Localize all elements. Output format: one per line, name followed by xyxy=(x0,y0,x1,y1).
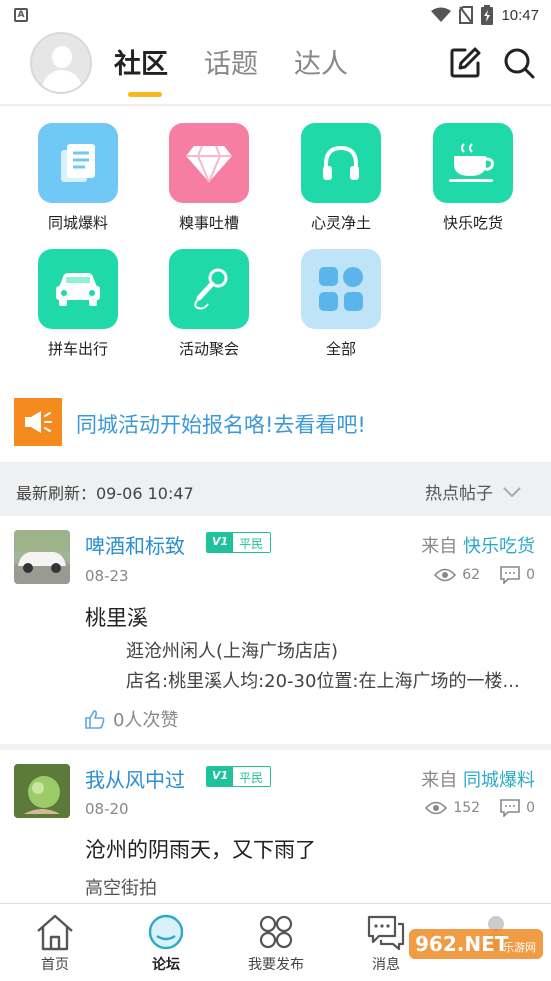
publish-grid-icon xyxy=(259,915,293,949)
post-title[interactable]: 沧州的阴雨天，又下雨了 xyxy=(85,834,316,864)
diamond-icon xyxy=(169,123,249,203)
app-screen: A 10:47 社区 话题 达人 同城爆料 糗事吐槽 心灵净土 快乐吃货 拼车出… xyxy=(0,0,551,981)
thumbs-up-icon xyxy=(85,710,105,729)
car-icon xyxy=(38,249,118,329)
svg-text:962.NET: 962.NET xyxy=(415,932,509,956)
post-source[interactable]: 来自 同城爆料 xyxy=(421,766,535,792)
post-card[interactable]: 啤酒和标致 V1 平民 来自 快乐吃货 08-23 62 0 桃里溪 逛沧州闲人… xyxy=(0,516,551,746)
forum-icon xyxy=(148,914,184,950)
post-date: 08-23 xyxy=(85,567,129,585)
post-author-avatar[interactable] xyxy=(14,530,70,584)
bottom-nav: 首页 论坛 我要发布 消息 962.NET 乐游网 xyxy=(0,903,551,981)
home-icon xyxy=(37,914,73,951)
coffee-cup-icon xyxy=(433,123,513,203)
sort-label: 热点帖子 xyxy=(425,484,493,504)
wifi-icon xyxy=(431,7,452,22)
tab-community[interactable]: 社区 xyxy=(114,42,168,97)
category-soul[interactable]: 心灵净土 xyxy=(286,123,396,233)
status-icons: 10:47 xyxy=(431,5,539,25)
announcement-banner[interactable]: 同城活动开始报名咯!去看看吧! xyxy=(14,398,544,446)
battery-icon xyxy=(481,5,494,25)
comment-icon xyxy=(500,799,520,817)
post-author-name[interactable]: 啤酒和标致 xyxy=(85,530,185,559)
post-excerpt: 逛沧州闲人(上海广场店店) 店名:桃里溪人均:20-30位置:在上海广场的一楼.… xyxy=(126,641,520,692)
tab-experts[interactable]: 达人 xyxy=(294,42,348,81)
like-button[interactable]: 0人次赞 xyxy=(85,706,178,732)
megaphone-icon xyxy=(14,398,62,446)
chevron-down-icon xyxy=(503,486,521,497)
tab-topics[interactable]: 话题 xyxy=(204,42,258,81)
news-icon xyxy=(38,123,118,203)
sort-dropdown[interactable]: 热点帖子 xyxy=(425,479,521,504)
post-subtitle: 高空街拍 xyxy=(85,878,157,899)
edit-icon[interactable] xyxy=(448,46,482,80)
top-header: 社区 话题 达人 xyxy=(0,32,551,106)
user-level-badge: V1 平民 xyxy=(206,532,272,553)
search-icon[interactable] xyxy=(502,46,536,80)
no-sim-icon xyxy=(459,6,474,24)
post-date: 08-20 xyxy=(85,800,129,818)
microphone-icon xyxy=(169,249,249,329)
user-level-badge: V1 平民 xyxy=(206,766,272,787)
message-icon xyxy=(367,915,405,950)
category-foodie[interactable]: 快乐吃货 xyxy=(418,123,528,233)
eye-icon xyxy=(425,801,448,815)
last-refresh-label: 最新刷新：09-06 10:47 xyxy=(16,484,194,503)
category-all[interactable]: 全部 xyxy=(286,249,396,359)
post-source[interactable]: 来自 快乐吃货 xyxy=(421,532,535,558)
view-count: 152 xyxy=(453,800,481,816)
comment-count: 0 xyxy=(526,567,535,583)
post-author-name[interactable]: 我从风中过 xyxy=(85,764,185,793)
main-tabs: 社区 话题 达人 xyxy=(114,42,348,97)
eye-icon xyxy=(434,568,457,582)
view-count: 62 xyxy=(462,567,481,583)
refresh-bar: 最新刷新：09-06 10:47 热点帖子 xyxy=(0,462,551,516)
nav-publish[interactable]: 我要发布 xyxy=(226,912,326,974)
site-watermark-logo: 962.NET 乐游网 xyxy=(409,929,543,959)
comment-count: 0 xyxy=(526,800,535,816)
like-count: 0人次赞 xyxy=(113,710,179,731)
banner-text: 同城活动开始报名咯!去看看吧! xyxy=(76,413,366,437)
headphones-icon xyxy=(301,123,381,203)
category-carpool[interactable]: 拼车出行 xyxy=(23,249,133,359)
user-avatar[interactable] xyxy=(30,32,92,94)
clock: 10:47 xyxy=(501,6,539,24)
post-stats: 62 0 xyxy=(434,566,535,584)
category-local-news[interactable]: 同城爆料 xyxy=(23,123,133,233)
nav-home[interactable]: 首页 xyxy=(5,912,105,974)
post-stats: 152 0 xyxy=(425,799,535,817)
post-author-avatar[interactable] xyxy=(14,764,70,818)
nav-forum[interactable]: 论坛 xyxy=(116,912,216,974)
notification-a-icon: A xyxy=(14,8,28,22)
category-rants[interactable]: 糗事吐槽 xyxy=(154,123,264,233)
comment-icon xyxy=(500,566,520,584)
grid-icon xyxy=(301,249,381,329)
post-title[interactable]: 桃里溪 xyxy=(85,602,148,632)
svg-text:乐游网: 乐游网 xyxy=(503,941,536,954)
category-events[interactable]: 活动聚会 xyxy=(154,249,264,359)
status-bar: A 10:47 xyxy=(0,0,551,32)
post-card[interactable]: 我从风中过 V1 平民 来自 同城爆料 08-20 152 0 沧州的阴雨天，又… xyxy=(0,750,551,904)
